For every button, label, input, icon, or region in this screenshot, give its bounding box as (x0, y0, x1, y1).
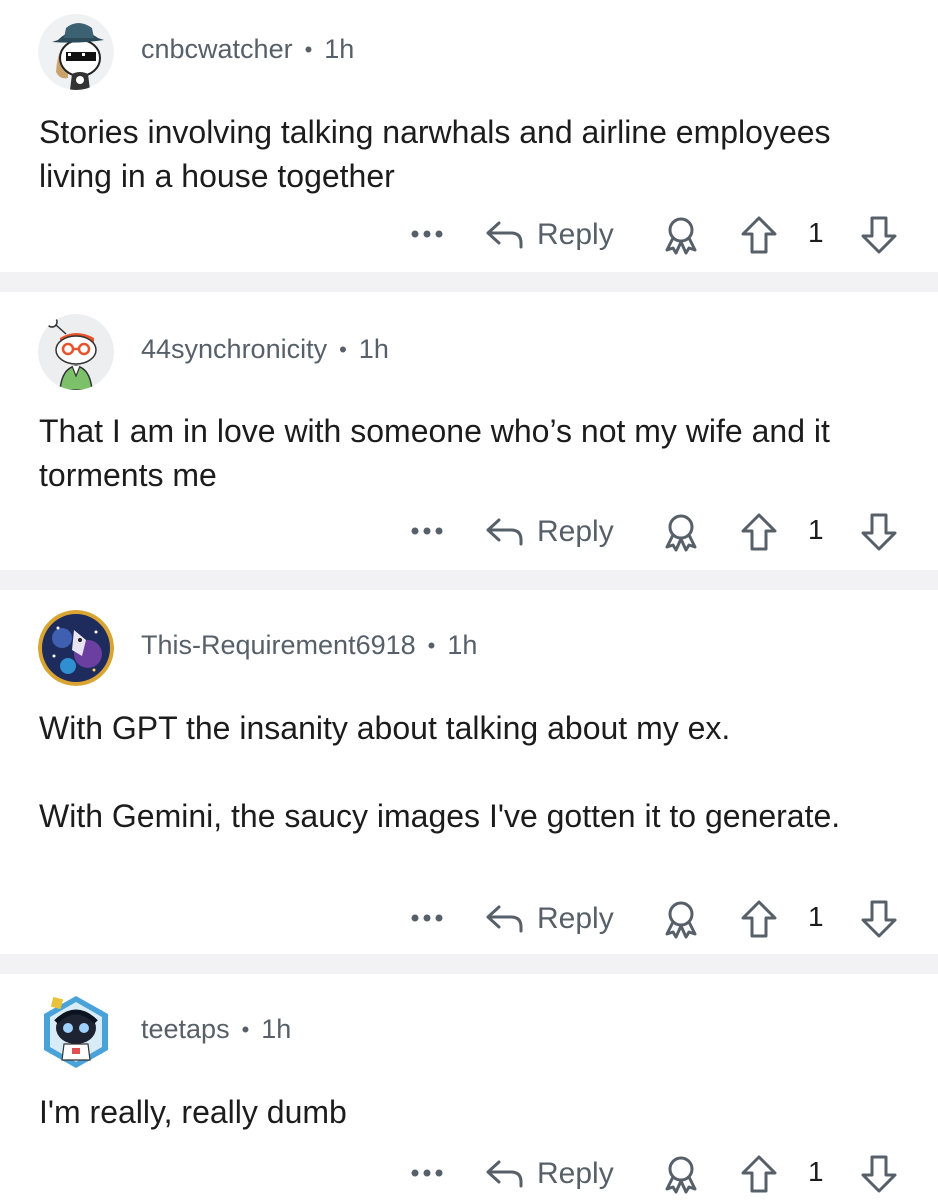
separator-dot: • (304, 36, 313, 62)
comment-card: 44synchronicity • 1h That I am in love w… (0, 292, 938, 570)
comment-text: I'm really, really dumb (39, 1094, 347, 1130)
user-avatar[interactable] (38, 314, 114, 390)
timestamp: 1h (358, 334, 389, 364)
comment-card: This-Requirement6918 • 1h With GPT the i… (0, 590, 938, 954)
comment-actions: Reply 1 (0, 897, 938, 947)
reply-button[interactable]: Reply (485, 1152, 614, 1196)
upvote-arrow-icon[interactable] (740, 512, 778, 552)
reply-label: Reply (537, 1157, 614, 1190)
reply-arrow-icon (486, 1160, 523, 1188)
upvote-arrow-icon[interactable] (740, 215, 778, 255)
comment-divider (0, 570, 938, 590)
upvote-arrow-icon[interactable] (740, 899, 778, 939)
upvote-arrow-icon[interactable] (740, 1154, 778, 1194)
downvote-arrow-icon[interactable] (860, 899, 898, 939)
comment-meta: cnbcwatcher • 1h (141, 34, 354, 65)
more-horizontal-icon[interactable] (410, 1158, 444, 1188)
downvote-arrow-icon[interactable] (860, 1154, 898, 1194)
award-ribbon-icon[interactable] (662, 512, 700, 552)
comment-meta: teetaps • 1h (141, 1014, 291, 1045)
avatar-image (38, 14, 114, 90)
separator-dot: • (241, 1016, 250, 1042)
username[interactable]: cnbcwatcher (141, 34, 293, 65)
timestamp: 1h (261, 1014, 292, 1044)
timestamp: 1h (324, 34, 355, 64)
comment-actions: Reply 1 (0, 1152, 938, 1202)
reply-button[interactable]: Reply (485, 213, 614, 257)
username[interactable]: This-Requirement6918 (141, 630, 416, 661)
reply-button[interactable]: Reply (485, 897, 614, 941)
reply-label: Reply (537, 218, 614, 251)
avatar-image (44, 996, 108, 1068)
username[interactable]: 44synchronicity (141, 334, 327, 365)
comment-card: teetaps • 1h I'm really, really dumb Rep… (0, 974, 938, 1200)
comment-actions: Reply 1 (0, 510, 938, 560)
comment-body: Stories involving talking narwhals and a… (39, 110, 899, 198)
reply-label: Reply (537, 515, 614, 548)
comment-actions: Reply 1 (0, 213, 938, 263)
more-horizontal-icon[interactable] (410, 219, 444, 249)
award-ribbon-icon[interactable] (662, 1154, 700, 1194)
reply-arrow-icon (486, 221, 523, 249)
timestamp: 1h (447, 630, 478, 660)
comment-text: That I am in love with someone who’s not… (39, 413, 830, 493)
comment-meta: This-Requirement6918 • 1h (141, 630, 477, 661)
username[interactable]: teetaps (141, 1014, 230, 1045)
vote-score: 1 (808, 217, 824, 248)
comment-body: That I am in love with someone who’s not… (39, 409, 899, 497)
user-avatar[interactable] (38, 994, 114, 1070)
downvote-arrow-icon[interactable] (860, 215, 898, 255)
comment-divider (0, 272, 938, 292)
comment-card: cnbcwatcher • 1h Stories involving talki… (0, 0, 938, 272)
reply-arrow-icon (486, 518, 523, 546)
user-avatar[interactable] (38, 14, 114, 90)
reply-label: Reply (537, 902, 614, 935)
comment-divider (0, 954, 938, 974)
comment-text: With Gemini, the saucy images I've gotte… (39, 798, 841, 834)
comment-text: Stories involving talking narwhals and a… (39, 114, 831, 194)
reply-button[interactable]: Reply (485, 510, 614, 554)
comment-body: With GPT the insanity about talking abou… (39, 706, 899, 838)
comment-text: With GPT the insanity about talking abou… (39, 710, 731, 746)
vote-score: 1 (808, 514, 824, 545)
separator-dot: • (339, 336, 347, 362)
avatar-image (38, 314, 114, 390)
user-avatar[interactable] (38, 610, 114, 686)
avatar-image (38, 610, 114, 686)
reply-arrow-icon (486, 905, 523, 933)
vote-score: 1 (808, 901, 824, 932)
comment-body: I'm really, really dumb (39, 1090, 899, 1134)
downvote-arrow-icon[interactable] (860, 512, 898, 552)
award-ribbon-icon[interactable] (662, 899, 700, 939)
more-horizontal-icon[interactable] (410, 903, 444, 933)
separator-dot: • (427, 632, 436, 658)
comment-meta: 44synchronicity • 1h (141, 334, 389, 365)
more-horizontal-icon[interactable] (410, 516, 444, 546)
vote-score: 1 (808, 1156, 824, 1187)
award-ribbon-icon[interactable] (662, 215, 700, 255)
